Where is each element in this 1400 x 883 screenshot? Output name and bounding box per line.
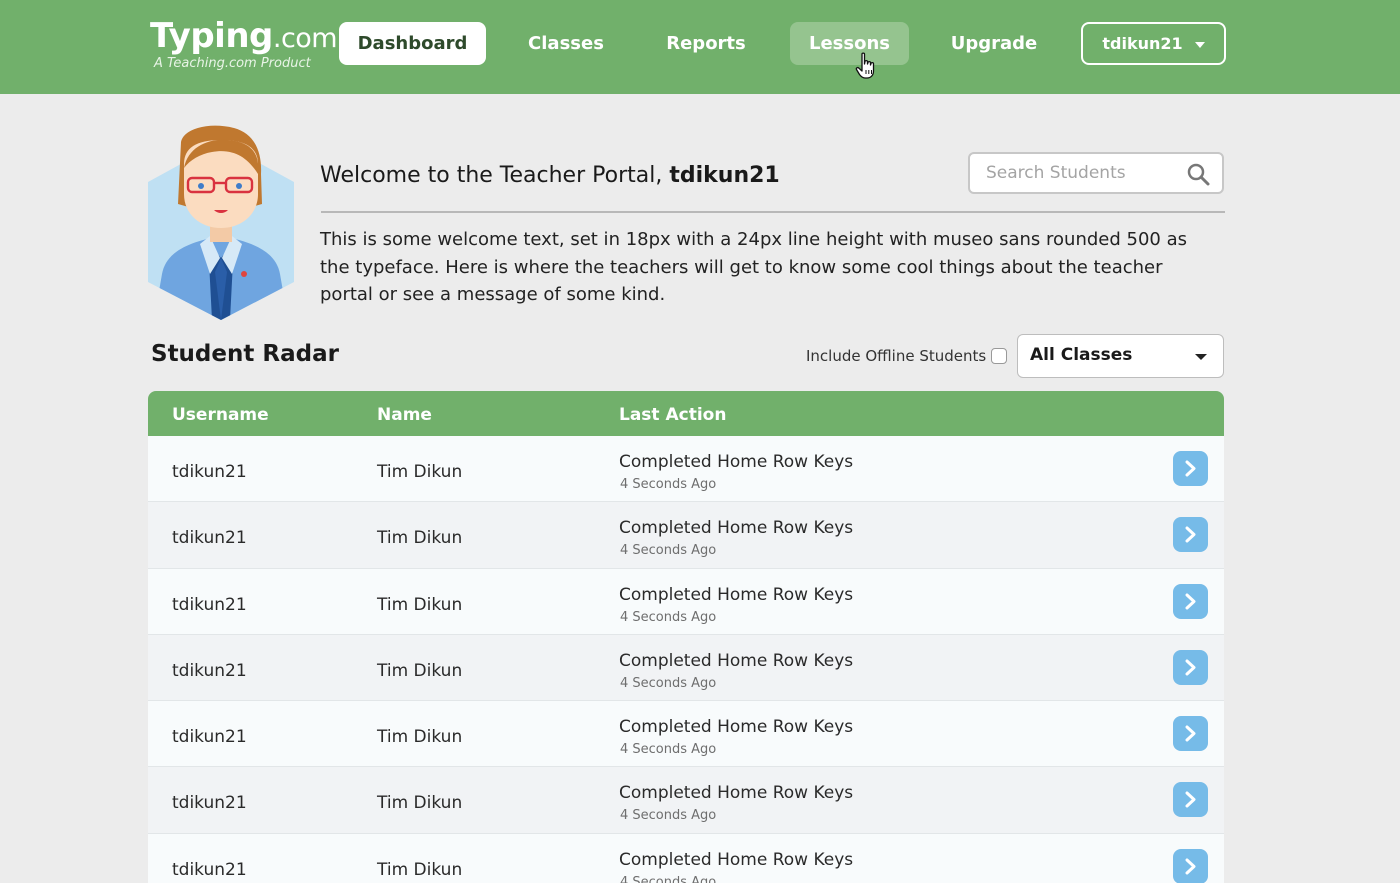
table-row[interactable]: tdikun21 Tim Dikun Completed Home Row Keys… — [148, 568, 1224, 635]
table-row[interactable]: tdikun21 Tim Dikun Completed Home Row Keys… — [148, 436, 1224, 503]
view-student-button[interactable] — [1173, 583, 1208, 619]
table-row[interactable]: tdikun21 Tim Dikun Completed Home Row Keys… — [148, 701, 1224, 768]
row-username: tdikun21 — [172, 462, 247, 482]
class-filter-select[interactable]: All Classes — [1017, 334, 1224, 378]
search-input[interactable] — [986, 162, 1182, 184]
nav-lessons[interactable]: Lessons — [790, 22, 909, 65]
row-username: tdikun21 — [172, 528, 247, 549]
row-last-action: Completed Home Row Keys — [619, 452, 854, 472]
table-header: Username Name Last Action — [148, 391, 1224, 436]
caret-down-icon — [1194, 41, 1205, 48]
table-row[interactable]: tdikun21 Tim Dikun Completed Home Row Keys… — [148, 502, 1224, 569]
view-student-button[interactable] — [1173, 782, 1208, 818]
logo-wordmark: Typing.com — [150, 16, 338, 56]
typing-logo[interactable]: Typing.com A Teaching.com Product — [150, 16, 338, 71]
row-username: tdikun21 — [172, 727, 247, 748]
user-menu-button[interactable]: tdikun21 — [1081, 22, 1226, 65]
search-students-field[interactable] — [968, 152, 1224, 194]
student-radar-title: Student Radar — [151, 341, 339, 367]
hand-pointer-icon — [855, 52, 875, 79]
chevron-right-icon — [1185, 526, 1196, 543]
logo-tagline: A Teaching.com Product — [154, 56, 311, 71]
row-name: Tim Dikun — [377, 859, 463, 880]
row-username: tdikun21 — [172, 859, 247, 880]
class-filter-value: All Classes — [1030, 345, 1133, 365]
view-student-button[interactable] — [1173, 716, 1208, 752]
welcome-text: This is some welcome text, set in 18px w… — [320, 229, 1187, 305]
chevron-right-icon — [1185, 791, 1196, 808]
row-username: tdikun21 — [172, 660, 247, 681]
chevron-right-icon — [1185, 659, 1196, 676]
column-header-username[interactable]: Username — [172, 405, 269, 425]
view-student-button[interactable] — [1173, 517, 1208, 553]
row-last-action: Completed Home Row Keys — [619, 518, 854, 539]
welcome-heading: Welcome to the Teacher Portal, tdikun21 — [320, 163, 780, 188]
row-name: Tim Dikun — [377, 727, 463, 748]
teacher-avatar — [148, 125, 294, 320]
table-row[interactable]: tdikun21 Tim Dikun Completed Home Row Keys… — [148, 767, 1224, 834]
chevron-right-icon — [1185, 593, 1196, 610]
search-icon[interactable] — [1186, 162, 1210, 186]
nav-upgrade[interactable]: Upgrade — [934, 22, 1054, 65]
nav-dashboard[interactable]: Dashboard — [339, 22, 486, 65]
welcome-username: tdikun21 — [669, 163, 780, 188]
welcome-divider — [321, 211, 1225, 213]
row-timestamp: 4 Seconds Ago — [620, 874, 717, 883]
row-timestamp: 4 Seconds Ago — [620, 477, 717, 492]
row-username: tdikun21 — [172, 594, 247, 615]
row-timestamp: 4 Seconds Ago — [620, 808, 717, 824]
student-radar-table: Username Name Last Action tdikun21 Tim Di… — [148, 391, 1224, 883]
chevron-right-icon — [1185, 460, 1196, 477]
view-student-button[interactable] — [1173, 451, 1208, 486]
table-row[interactable]: tdikun21 Tim Dikun Completed Home Row Keys… — [148, 833, 1224, 883]
user-menu-label: tdikun21 — [1102, 34, 1183, 53]
nav-reports[interactable]: Reports — [648, 22, 764, 65]
view-student-button[interactable] — [1173, 649, 1208, 685]
row-name: Tim Dikun — [377, 660, 463, 681]
view-student-button[interactable] — [1173, 848, 1208, 883]
row-last-action: Completed Home Row Keys — [619, 584, 854, 605]
row-timestamp: 4 Seconds Ago — [620, 543, 717, 559]
nav-classes[interactable]: Classes — [510, 22, 622, 65]
table-body: tdikun21 Tim Dikun Completed Home Row Keys… — [148, 436, 1224, 883]
offline-students-checkbox[interactable] — [991, 348, 1007, 364]
chevron-right-icon — [1185, 858, 1196, 875]
row-name: Tim Dikun — [377, 462, 463, 482]
row-last-action: Completed Home Row Keys — [619, 717, 854, 738]
row-last-action: Completed Home Row Keys — [619, 650, 854, 671]
chevron-right-icon — [1185, 725, 1196, 742]
row-name: Tim Dikun — [377, 594, 463, 615]
row-last-action: Completed Home Row Keys — [619, 849, 854, 870]
column-header-last-action[interactable]: Last Action — [619, 405, 726, 425]
offline-students-label: Include Offline Students — [806, 347, 987, 365]
row-last-action: Completed Home Row Keys — [619, 783, 854, 804]
column-header-name[interactable]: Name — [377, 405, 432, 425]
top-nav-bar: Typing.com A Teaching.com Product Dashbo… — [0, 0, 1400, 94]
row-username: tdikun21 — [172, 793, 247, 814]
welcome-prefix: Welcome to the Teacher Portal, — [320, 163, 663, 188]
table-row[interactable]: tdikun21 Tim Dikun Completed Home Row Keys… — [148, 634, 1224, 702]
row-timestamp: 4 Seconds Ago — [620, 609, 717, 625]
row-timestamp: 4 Seconds Ago — [620, 742, 717, 758]
row-name: Tim Dikun — [377, 793, 463, 814]
row-timestamp: 4 Seconds Ago — [620, 675, 717, 691]
row-name: Tim Dikun — [377, 528, 463, 549]
caret-down-icon — [1195, 354, 1207, 360]
